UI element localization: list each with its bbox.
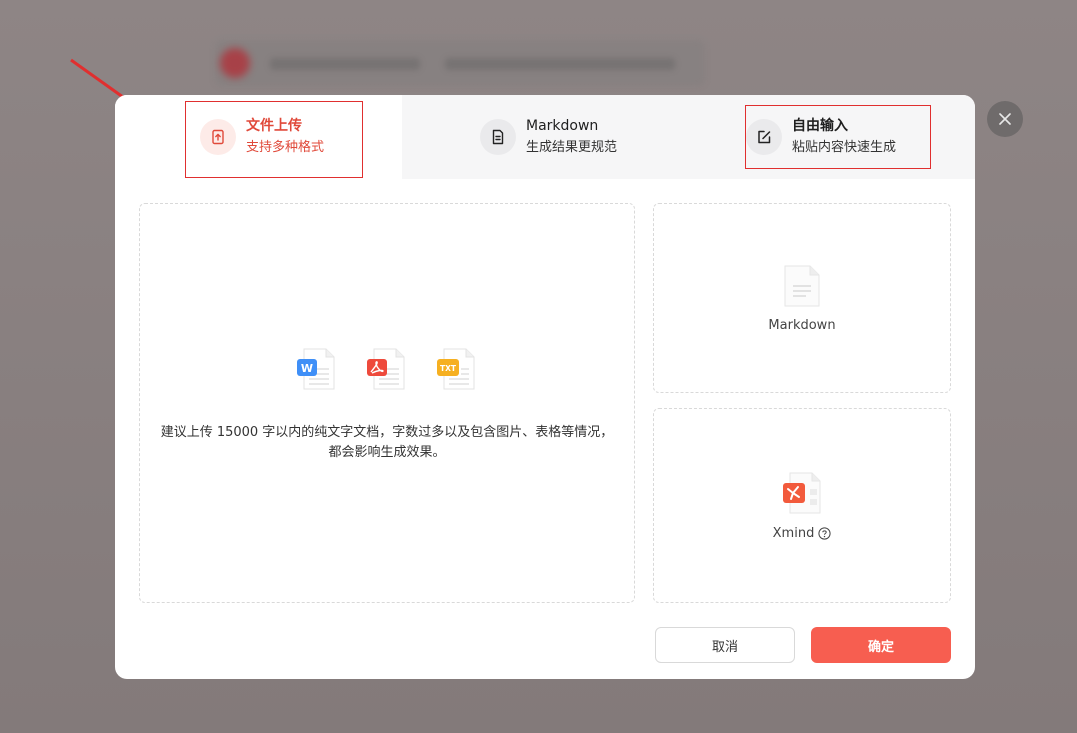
upload-hint: 建议上传 15000 字以内的纯文字文档，字数过多以及包含图片、表格等情况，都会…: [160, 425, 614, 460]
svg-text:W: W: [301, 362, 313, 375]
close-icon: [999, 113, 1011, 125]
edit-icon: [746, 119, 782, 155]
tab-title: 自由输入: [792, 118, 848, 134]
word-file-icon: W: [297, 348, 335, 390]
background-logo: [220, 48, 250, 78]
tab-subtitle: 支持多种格式: [246, 140, 325, 155]
markdown-file-icon: [784, 265, 820, 307]
file-type-icons: W TXT: [140, 347, 634, 391]
tab-subtitle: 粘贴内容快速生成: [792, 140, 897, 155]
background-text: [445, 58, 675, 70]
cancel-button[interactable]: 取消: [655, 627, 795, 663]
import-tabs: 文件上传 支持多种格式 Markdown 生成结果更规范 自由输入 粘贴内容快速…: [115, 95, 975, 179]
card-label-row: Xmind: [654, 526, 950, 541]
file-drop-zone[interactable]: W TXT 建议上传 15000 字以内的纯文字文档，字数过多以及包含图片、表格…: [139, 203, 635, 603]
tab-title: Markdown: [526, 118, 599, 134]
close-button[interactable]: [987, 101, 1023, 137]
xmind-file-icon: [783, 472, 821, 514]
tab-file-upload[interactable]: 文件上传 支持多种格式: [115, 95, 402, 179]
markdown-import-card[interactable]: Markdown: [653, 203, 951, 393]
upload-file-icon: [200, 119, 236, 155]
background-text: [270, 58, 420, 70]
tab-free-input[interactable]: 自由输入 粘贴内容快速生成: [689, 95, 975, 179]
pdf-file-icon: [367, 348, 405, 390]
xmind-import-card[interactable]: Xmind: [653, 408, 951, 603]
card-label: Xmind: [772, 526, 815, 541]
confirm-button[interactable]: 确定: [811, 627, 951, 663]
card-label: Markdown: [768, 318, 836, 333]
svg-text:TXT: TXT: [440, 364, 457, 373]
tab-markdown[interactable]: Markdown 生成结果更规范: [402, 95, 689, 179]
help-icon[interactable]: [818, 527, 831, 540]
tab-title: 文件上传: [246, 118, 302, 134]
tab-subtitle: 生成结果更规范: [526, 140, 618, 155]
document-icon: [480, 119, 516, 155]
txt-file-icon: TXT: [437, 348, 475, 390]
import-dialog: 文件上传 支持多种格式 Markdown 生成结果更规范 自由输入 粘贴内容快速…: [115, 95, 975, 679]
